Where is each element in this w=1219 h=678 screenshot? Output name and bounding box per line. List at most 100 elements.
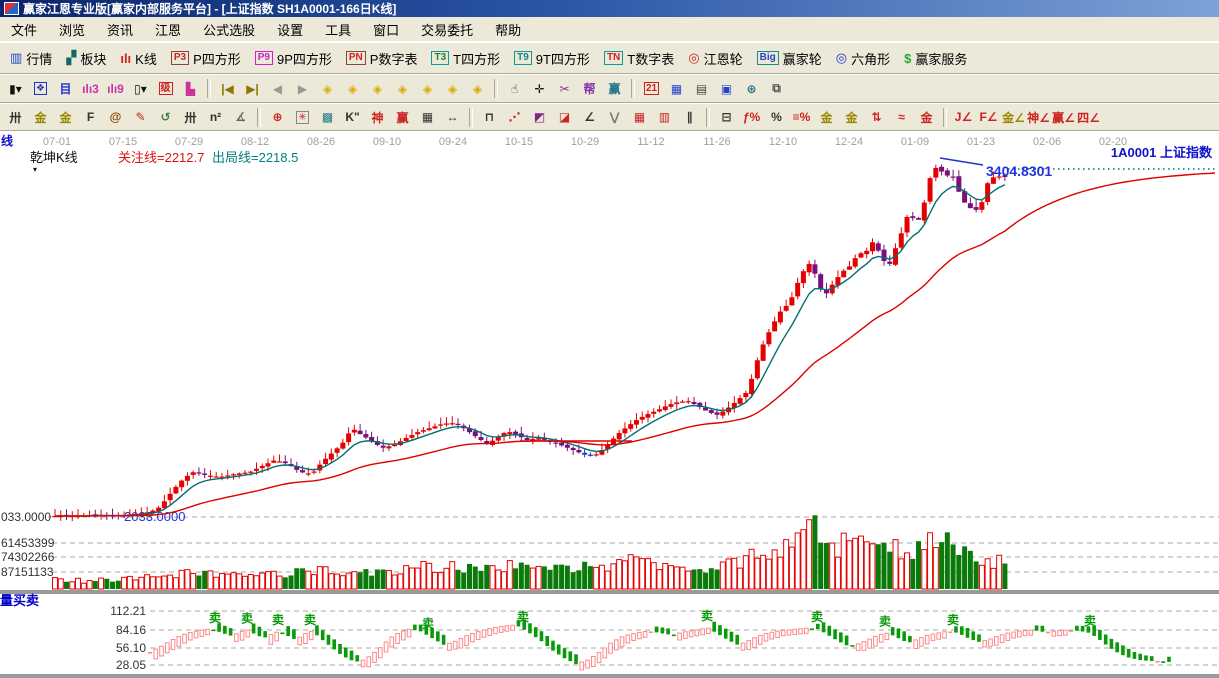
calendar-icon[interactable]: 21 <box>640 78 663 99</box>
web-grid-icon[interactable]: ▩ <box>316 107 339 128</box>
gann-gold-2-icon[interactable]: 金 <box>54 107 77 128</box>
updown-marker-icon[interactable]: ⇅ <box>865 107 888 128</box>
level-box-icon[interactable]: 级 <box>154 78 177 99</box>
pencil-icon[interactable]: ✎ <box>129 107 152 128</box>
toolbar-button-9t-square[interactable]: T9 9T四方形 <box>507 47 597 70</box>
gann-gold-1-icon[interactable]: 金 <box>29 107 52 128</box>
percent-lines-icon[interactable]: ≡% <box>790 107 813 128</box>
square-of-nine-icon[interactable]: n² <box>204 107 227 128</box>
web-globe-icon[interactable]: ⊛ <box>740 78 763 99</box>
candle-style-dropdown-icon[interactable]: ▮▾ <box>4 78 27 99</box>
toolbar-button-gann-wheel[interactable]: ◎ 江恩轮 <box>681 47 749 70</box>
menu-item-9[interactable]: 帮助 <box>484 17 532 42</box>
diamond-down-icon[interactable]: ◈ <box>391 78 414 99</box>
menu-item-3[interactable]: 江恩 <box>144 17 192 42</box>
menu-item-8[interactable]: 交易委托 <box>410 17 484 42</box>
f-angle-icon[interactable]: F∠ <box>977 107 1000 128</box>
menu-item-7[interactable]: 窗口 <box>362 17 410 42</box>
hollow-candle-dropdown-icon[interactable]: ▯▾ <box>129 78 152 99</box>
ying-angle-icon[interactable]: 赢∠ <box>1052 107 1075 128</box>
red-grid-2-icon[interactable]: ▥ <box>653 107 676 128</box>
printer-icon[interactable]: ⧉ <box>765 78 788 99</box>
arc-circle-icon[interactable]: ↺ <box>154 107 177 128</box>
menu-item-0[interactable]: 文件 <box>0 17 48 42</box>
menu-item-5[interactable]: 设置 <box>266 17 314 42</box>
menu-item-1[interactable]: 浏览 <box>48 17 96 42</box>
diamond-left-icon[interactable]: ◈ <box>316 78 339 99</box>
toolbar-button-kline[interactable]: ılı K线 <box>113 47 164 70</box>
ruler-lines-icon[interactable]: 卅 <box>179 107 202 128</box>
next-bar-icon[interactable]: ▶ <box>291 78 314 99</box>
last-bar-icon[interactable]: ▶| <box>241 78 264 99</box>
spiral-icon[interactable]: @ <box>104 107 127 128</box>
k-notation-icon[interactable]: K" <box>341 107 364 128</box>
angle-tool-icon[interactable]: ∡ <box>229 107 252 128</box>
crosshair-tool-icon[interactable]: ✛ <box>528 78 551 99</box>
list-view-icon[interactable]: 目 <box>54 78 77 99</box>
winner-tool-icon[interactable]: 赢 <box>603 78 626 99</box>
fan-lines-icon[interactable]: ⋰ <box>503 107 526 128</box>
toolbar-separator <box>631 79 635 98</box>
gold-angle-icon[interactable]: 金∠ <box>1002 107 1025 128</box>
toolbar-small: ▮▾ ❖ 目 ılı3 ılı9 ▯▾ 级 ▙ |◀ ▶| ◀ ▶ ◈ ◈ ◈ ◈ ◈ ◈ ◈ ☝ ✛ ✂ 帮赢 21 ▦ ▤ ▣ ⊛… <box>0 74 1219 103</box>
toolbar-button-quotes[interactable]: ▥ 行情 <box>3 47 59 70</box>
notebook-icon[interactable]: ▤ <box>690 78 713 99</box>
histogram-colors-icon[interactable]: ▙ <box>179 78 202 99</box>
line-grid-icon[interactable]: 卅 <box>4 107 27 128</box>
toolbar-button-t-number-table[interactable]: TN T数字表 <box>597 47 681 70</box>
diamond-v-icon[interactable]: ◈ <box>441 78 464 99</box>
box-tool-icon[interactable]: ⊓ <box>478 107 501 128</box>
menu-item-4[interactable]: 公式选股 <box>192 17 266 42</box>
gold-circle-icon[interactable]: 金 <box>815 107 838 128</box>
toolbar-button-winner-wheel[interactable]: Big 赢家轮 <box>750 47 829 70</box>
diamond-up-icon[interactable]: ◈ <box>416 78 439 99</box>
chart-3-icon[interactable]: ılı3 <box>79 78 102 99</box>
save-disk-icon[interactable]: ▣ <box>715 78 738 99</box>
diamond-both-icon[interactable]: ◈ <box>366 78 389 99</box>
svg-text:11-12: 11-12 <box>637 136 664 148</box>
star-grid-icon[interactable]: ✳ <box>291 107 314 128</box>
width-measure-icon[interactable]: ↔ <box>441 107 464 128</box>
prev-bar-icon[interactable]: ◀ <box>266 78 289 99</box>
fan-box-2-icon[interactable]: ◪ <box>553 107 576 128</box>
toolbar-button-winner-service[interactable]: $ 赢家服务 <box>897 47 974 70</box>
red-grid-1-icon[interactable]: ▦ <box>628 107 651 128</box>
diamond-h-icon[interactable]: ◈ <box>466 78 489 99</box>
percent-icon[interactable]: % <box>765 107 788 128</box>
measure-icon[interactable]: ⊟ <box>715 107 738 128</box>
toolbar-button-p-square[interactable]: P3 P四方形 <box>164 47 248 70</box>
parallel-lines-icon[interactable]: ∥ <box>678 107 701 128</box>
wave-box-icon[interactable]: ≈ <box>890 107 913 128</box>
gann-circle-icon[interactable]: ⊕ <box>266 107 289 128</box>
four-angle-icon[interactable]: 四∠ <box>1077 107 1100 128</box>
grid-123-icon[interactable]: ▦ <box>416 107 439 128</box>
toolbar-button-t-square[interactable]: T3 T四方形 <box>424 47 507 70</box>
gold-lines-icon[interactable]: 金 <box>840 107 863 128</box>
calculator-icon[interactable]: ▦ <box>665 78 688 99</box>
shen-angle-icon[interactable]: 神∠ <box>1027 107 1050 128</box>
percent-func-icon[interactable]: ƒ% <box>740 107 763 128</box>
toolbar-button-p-number-table[interactable]: PN P数字表 <box>339 47 425 70</box>
trend-angles-icon[interactable]: ∠ <box>578 107 601 128</box>
help-tool-icon[interactable]: 帮 <box>578 78 601 99</box>
gold-red-lines-icon[interactable]: 金 <box>915 107 938 128</box>
menu-item-2[interactable]: 资讯 <box>96 17 144 42</box>
hand-tool-icon[interactable]: ☝ <box>503 78 526 99</box>
zigzag-icon[interactable]: ⋁ <box>603 107 626 128</box>
diamond-right-icon[interactable]: ◈ <box>341 78 364 99</box>
cut-tool-icon[interactable]: ✂ <box>553 78 576 99</box>
first-bar-icon[interactable]: |◀ <box>216 78 239 99</box>
pattern-box-icon[interactable]: ❖ <box>29 78 52 99</box>
toolbar-button-hexagon[interactable]: ◎ 六角形 <box>829 47 897 70</box>
fan-box-1-icon[interactable]: ◩ <box>528 107 551 128</box>
menu-item-6[interactable]: 工具 <box>314 17 362 42</box>
ying-tool-icon[interactable]: 赢 <box>391 107 414 128</box>
toolbar-button-9p-square[interactable]: P9 9P四方形 <box>248 47 339 70</box>
j-angle-icon[interactable]: J∠ <box>952 107 975 128</box>
chart-9-icon[interactable]: ılı9 <box>104 78 127 99</box>
fibonacci-lines-icon[interactable]: F <box>79 107 102 128</box>
kline-chart-canvas[interactable]: 07-01 07-15 07-29 08-12 08-26 09-10 09-24 10-15… <box>0 131 1219 678</box>
shen-tool-icon[interactable]: 神 <box>366 107 389 128</box>
chart-area[interactable]: 07-01 07-15 07-29 08-12 08-26 09-10 09-24 10-15… <box>0 131 1219 678</box>
toolbar-button-sectors[interactable]: ▞ 板块 <box>59 47 113 70</box>
